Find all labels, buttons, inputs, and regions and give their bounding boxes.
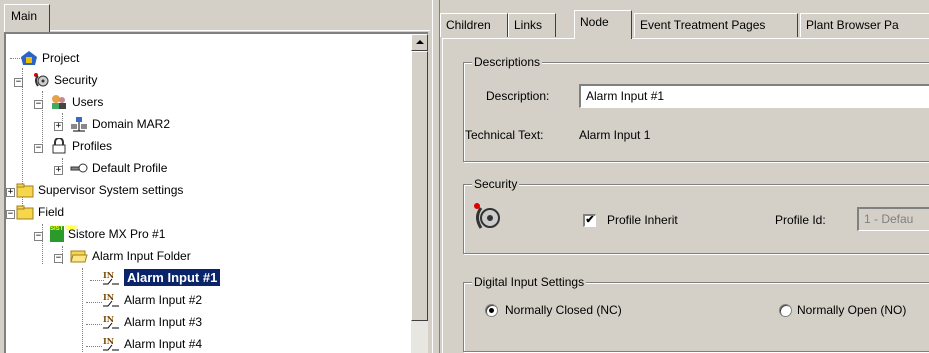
technical-text-label: Technical Text:	[465, 128, 544, 142]
tree-node-alarm-input-3[interactable]: IN Alarm Input #3	[102, 310, 202, 332]
expand-supervisor-expander[interactable]: +	[6, 188, 15, 197]
node-tab-content: Descriptions Description: Alarm Input #1…	[442, 38, 929, 353]
normally-closed-label: Normally Closed (NC)	[505, 303, 622, 317]
properties-pane: Children Links Node Event Treatment Page…	[440, 0, 929, 353]
collapse-users-expander[interactable]: −	[34, 100, 43, 109]
digital-input-settings-title: Digital Input Settings	[472, 275, 587, 289]
digital-input-icon: IN	[102, 336, 120, 352]
collapse-profiles-expander[interactable]: −	[34, 144, 43, 153]
normally-open-radio[interactable]	[779, 304, 792, 317]
tab-node[interactable]: Node	[574, 10, 632, 39]
tab-event-treatment-pages[interactable]: Event Treatment Pages	[634, 13, 798, 37]
security-group-title: Security	[472, 177, 520, 191]
tree-node-project[interactable]: Project	[20, 46, 79, 68]
collapse-security-expander[interactable]: −	[14, 78, 23, 87]
tree-node-sistore-mx-pro[interactable]: SIST ORESistore MX Pro #1	[50, 222, 165, 244]
project-icon	[20, 50, 38, 66]
svg-text:IN: IN	[103, 292, 114, 302]
scroll-up-button[interactable]	[411, 34, 428, 51]
tree-vertical-scrollbar[interactable]	[411, 34, 428, 353]
svg-text:IN: IN	[103, 336, 114, 346]
collapse-sistore-expander[interactable]: −	[34, 232, 43, 241]
main-pane: Main − − + − + + − − − Project Security	[0, 0, 432, 353]
description-input[interactable]: Alarm Input #1	[579, 84, 929, 108]
digital-input-icon: IN	[102, 270, 120, 286]
open-folder-icon	[70, 248, 88, 264]
normally-closed-radio[interactable]	[485, 304, 498, 317]
tree-node-alarm-input-2[interactable]: IN Alarm Input #2	[102, 288, 202, 310]
digital-input-settings-group: Digital Input Settings	[463, 275, 929, 352]
key-icon	[70, 160, 88, 176]
collapse-alarm-folder-expander[interactable]: −	[54, 254, 63, 263]
tree-node-alarm-input-4[interactable]: IN Alarm Input #4	[102, 332, 202, 353]
tree-node-domain-mar2[interactable]: Domain MAR2	[70, 112, 170, 134]
tree-node-profiles[interactable]: Profiles	[50, 134, 112, 156]
collapse-field-expander[interactable]: −	[6, 210, 15, 219]
project-tree[interactable]: − − + − + + − − − Project Security Users…	[4, 32, 428, 353]
tree-node-security[interactable]: Security	[32, 68, 97, 90]
sistore-icon: SIST ORE	[50, 225, 78, 242]
tab-main[interactable]: Main	[4, 4, 50, 32]
normally-open-label: Normally Open (NO)	[797, 303, 907, 317]
profile-inherit-checkbox[interactable]: ✔	[583, 214, 596, 227]
profile-inherit-label: Profile Inherit	[607, 213, 678, 227]
tab-links[interactable]: Links	[508, 13, 556, 37]
tree-node-users[interactable]: Users	[50, 90, 103, 112]
folder-icon	[16, 182, 34, 198]
descriptions-group: Descriptions	[463, 55, 929, 162]
up-arrow-icon	[416, 40, 424, 44]
digital-input-icon: IN	[102, 314, 120, 330]
scroll-thumb[interactable]	[411, 51, 428, 321]
expand-domain-expander[interactable]: +	[54, 122, 63, 131]
users-icon	[50, 94, 68, 110]
security-icon	[473, 202, 501, 232]
profile-id-input[interactable]: 1 - Defau	[857, 207, 929, 231]
expand-default-profile-expander[interactable]: +	[54, 166, 63, 175]
tab-plant-browser-pages[interactable]: Plant Browser Pa	[800, 13, 929, 37]
tree-node-alarm-input-folder[interactable]: Alarm Input Folder	[70, 244, 191, 266]
description-label: Description:	[486, 89, 550, 103]
profile-id-label: Profile Id:	[775, 213, 826, 227]
security-icon	[32, 72, 50, 88]
tree-node-alarm-input-1[interactable]: IN Alarm Input #1	[102, 266, 221, 288]
tree-node-default-profile[interactable]: Default Profile	[70, 156, 167, 178]
descriptions-group-title: Descriptions	[472, 55, 543, 69]
svg-text:IN: IN	[103, 314, 114, 324]
svg-text:IN: IN	[103, 270, 114, 280]
tab-children[interactable]: Children	[440, 13, 508, 37]
folder-icon	[16, 204, 34, 220]
tree-node-supervisor-settings[interactable]: Supervisor System settings	[16, 178, 183, 200]
tree-node-field[interactable]: Field	[16, 200, 64, 222]
technical-text-value: Alarm Input 1	[579, 128, 651, 142]
pane-splitter[interactable]	[432, 0, 440, 353]
domain-icon	[70, 116, 88, 132]
digital-input-icon: IN	[102, 292, 120, 308]
tab-main-label: Main	[11, 9, 38, 23]
profiles-lock-icon	[50, 136, 68, 154]
